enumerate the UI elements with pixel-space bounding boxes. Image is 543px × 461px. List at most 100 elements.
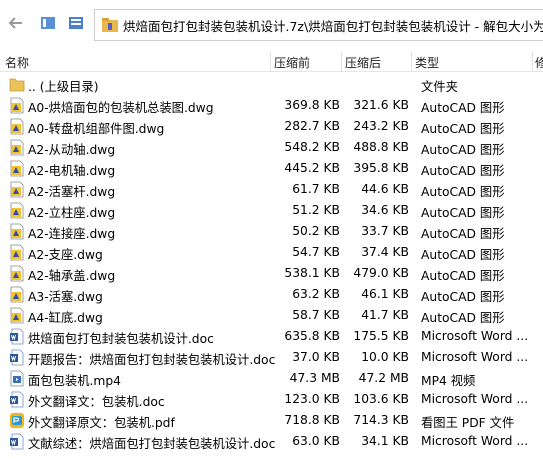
uncompressed-size: 395.8 KB bbox=[353, 161, 409, 175]
word-file-icon bbox=[9, 328, 25, 345]
dwg-file-icon bbox=[9, 97, 25, 114]
list-item[interactable]: A0-烘焙面包的包装机总装图.dwg 369.8 KB 321.6 KB Aut… bbox=[0, 95, 543, 116]
file-name: .. (上级目录) bbox=[28, 80, 99, 94]
list-item[interactable]: A0-转盘机组部件图.dwg 282.7 KB 243.2 KB AutoCAD… bbox=[0, 116, 543, 137]
uncompressed-size: 37.4 KB bbox=[361, 245, 409, 259]
compressed-size: 635.8 KB bbox=[284, 329, 340, 343]
uncompressed-size: 321.6 KB bbox=[353, 98, 409, 112]
file-type: Microsoft Word ... bbox=[421, 350, 529, 364]
dwg-file-icon bbox=[9, 139, 25, 156]
compressed-size: 445.2 KB bbox=[284, 161, 340, 175]
list-item[interactable]: A2-连接座.dwg 50.2 KB 33.7 KB AutoCAD 图形 bbox=[0, 221, 543, 242]
dwg-file-icon bbox=[9, 181, 25, 198]
uncompressed-size: 47.2 MB bbox=[358, 371, 409, 385]
column-type[interactable]: 类型 bbox=[415, 54, 439, 71]
word-file-icon bbox=[9, 349, 25, 366]
column-uncompressed[interactable]: 压缩后 bbox=[345, 54, 381, 71]
file-type: 看图王 PDF 文件 bbox=[421, 416, 515, 430]
compressed-size: 37.0 KB bbox=[292, 350, 340, 364]
file-type: AutoCAD 图形 bbox=[421, 185, 505, 199]
file-name: 外文翻译原文：包装机.pdf bbox=[28, 416, 175, 430]
dwg-file-icon bbox=[9, 265, 25, 282]
list-item[interactable]: 面包包装机.mp4 47.3 MB 47.2 MB MP4 视频 bbox=[0, 368, 543, 389]
compressed-size: 58.7 KB bbox=[292, 308, 340, 322]
address-bar[interactable]: 烘焙面包打包封装包装机设计.7z\烘焙面包打包封装包装机设计 - 解包大小为 5… bbox=[94, 9, 543, 41]
uncompressed-size: 10.0 KB bbox=[361, 350, 409, 364]
list-item[interactable]: 开题报告：烘焙面包打包封装包装机设计.doc 37.0 KB 10.0 KB M… bbox=[0, 347, 543, 368]
word-file-icon bbox=[9, 433, 25, 450]
file-name: 文献综述：烘焙面包打包封装包装机设计.doc bbox=[28, 437, 276, 451]
uncompressed-size: 44.6 KB bbox=[361, 182, 409, 196]
list-item[interactable]: A2-立柱座.dwg 51.2 KB 34.6 KB AutoCAD 图形 bbox=[0, 200, 543, 221]
column-compressed[interactable]: 压缩前 bbox=[274, 54, 310, 71]
compressed-size: 51.2 KB bbox=[292, 203, 340, 217]
list-item[interactable]: A2-支座.dwg 54.7 KB 37.4 KB AutoCAD 图形 bbox=[0, 242, 543, 263]
file-type: AutoCAD 图形 bbox=[421, 206, 505, 220]
file-name: 外文翻译文：包装机.doc bbox=[28, 395, 165, 409]
file-name: A2-轴承盖.dwg bbox=[28, 269, 116, 283]
file-name: A2-活塞杆.dwg bbox=[28, 185, 116, 199]
file-type: Microsoft Word ... bbox=[421, 434, 529, 448]
column-name[interactable]: 名称 bbox=[5, 54, 29, 71]
dwg-file-icon bbox=[9, 160, 25, 177]
compressed-size: 123.0 KB bbox=[284, 392, 340, 406]
file-name: A2-支座.dwg bbox=[28, 248, 103, 262]
uncompressed-size: 41.7 KB bbox=[361, 308, 409, 322]
list-item[interactable]: 文献综述：烘焙面包打包封装包装机设计.doc 63.0 KB 34.1 KB M… bbox=[0, 431, 543, 452]
list-item[interactable]: A2-从动轴.dwg 548.2 KB 488.8 KB AutoCAD 图形 bbox=[0, 137, 543, 158]
uncompressed-size: 34.6 KB bbox=[361, 203, 409, 217]
file-type: Microsoft Word ... bbox=[421, 329, 529, 343]
compressed-size: 282.7 KB bbox=[284, 119, 340, 133]
file-name: A0-转盘机组部件图.dwg bbox=[28, 122, 165, 136]
column-divider[interactable] bbox=[532, 52, 533, 72]
compressed-size: 538.1 KB bbox=[284, 266, 340, 280]
list-item[interactable]: A3-活塞.dwg 63.2 KB 46.1 KB AutoCAD 图形 bbox=[0, 284, 543, 305]
compressed-size: 548.2 KB bbox=[284, 140, 340, 154]
list-item[interactable]: A2-活塞杆.dwg 61.7 KB 44.6 KB AutoCAD 图形 bbox=[0, 179, 543, 200]
file-name: A2-连接座.dwg bbox=[28, 227, 116, 241]
file-name: 面包包装机.mp4 bbox=[28, 374, 122, 388]
view-icon[interactable] bbox=[38, 13, 58, 33]
back-arrow-icon[interactable] bbox=[6, 13, 26, 33]
uncompressed-size: 33.7 KB bbox=[361, 224, 409, 238]
file-type: AutoCAD 图形 bbox=[421, 164, 505, 178]
file-name: A2-从动轴.dwg bbox=[28, 143, 116, 157]
file-type: AutoCAD 图形 bbox=[421, 143, 505, 157]
compressed-size: 50.2 KB bbox=[292, 224, 340, 238]
compressed-size: 369.8 KB bbox=[284, 98, 340, 112]
dwg-file-icon bbox=[9, 286, 25, 303]
column-divider[interactable] bbox=[270, 52, 271, 72]
dwg-file-icon bbox=[9, 223, 25, 240]
column-modified[interactable]: 修 bbox=[535, 54, 543, 71]
archive-icon bbox=[102, 18, 118, 32]
file-type: AutoCAD 图形 bbox=[421, 311, 505, 325]
column-divider[interactable] bbox=[341, 52, 342, 72]
file-type: AutoCAD 图形 bbox=[421, 248, 505, 262]
column-header: 名称 压缩前 压缩后 类型 修 bbox=[0, 52, 543, 72]
archive-path: 烘焙面包打包封装包装机设计.7z\烘焙面包打包封装包装机设计 - 解包大小为 5… bbox=[123, 18, 543, 34]
uncompressed-size: 175.5 KB bbox=[353, 329, 409, 343]
list-item[interactable]: 外文翻译文：包装机.doc 123.0 KB 103.6 KB Microsof… bbox=[0, 389, 543, 410]
list-item[interactable]: A2-电机轴.dwg 445.2 KB 395.8 KB AutoCAD 图形 bbox=[0, 158, 543, 179]
list-view-icon[interactable] bbox=[66, 13, 86, 33]
list-item[interactable]: 外文翻译原文：包装机.pdf 718.8 KB 714.3 KB 看图王 PDF… bbox=[0, 410, 543, 431]
compressed-size: 47.3 MB bbox=[289, 371, 340, 385]
uncompressed-size: 488.8 KB bbox=[353, 140, 409, 154]
file-list: .. (上级目录) 文件夹 A0-烘焙面包的包装机总装图.dwg 369.8 K… bbox=[0, 74, 543, 452]
video-file-icon bbox=[9, 370, 25, 387]
uncompressed-size: 34.1 KB bbox=[361, 434, 409, 448]
folder-icon bbox=[9, 76, 25, 93]
uncompressed-size: 479.0 KB bbox=[353, 266, 409, 280]
column-divider[interactable] bbox=[411, 52, 412, 72]
file-name: A0-烘焙面包的包装机总装图.dwg bbox=[28, 101, 214, 115]
file-type: MP4 视频 bbox=[421, 374, 476, 388]
list-item[interactable]: .. (上级目录) 文件夹 bbox=[0, 74, 543, 95]
uncompressed-size: 46.1 KB bbox=[361, 287, 409, 301]
list-item[interactable]: A4-缸底.dwg 58.7 KB 41.7 KB AutoCAD 图形 bbox=[0, 305, 543, 326]
compressed-size: 63.2 KB bbox=[292, 287, 340, 301]
list-item[interactable]: A2-轴承盖.dwg 538.1 KB 479.0 KB AutoCAD 图形 bbox=[0, 263, 543, 284]
list-item[interactable]: 烘焙面包打包封装包装机设计.doc 635.8 KB 175.5 KB Micr… bbox=[0, 326, 543, 347]
file-type: AutoCAD 图形 bbox=[421, 269, 505, 283]
file-type: AutoCAD 图形 bbox=[421, 227, 505, 241]
file-type: AutoCAD 图形 bbox=[421, 101, 505, 115]
